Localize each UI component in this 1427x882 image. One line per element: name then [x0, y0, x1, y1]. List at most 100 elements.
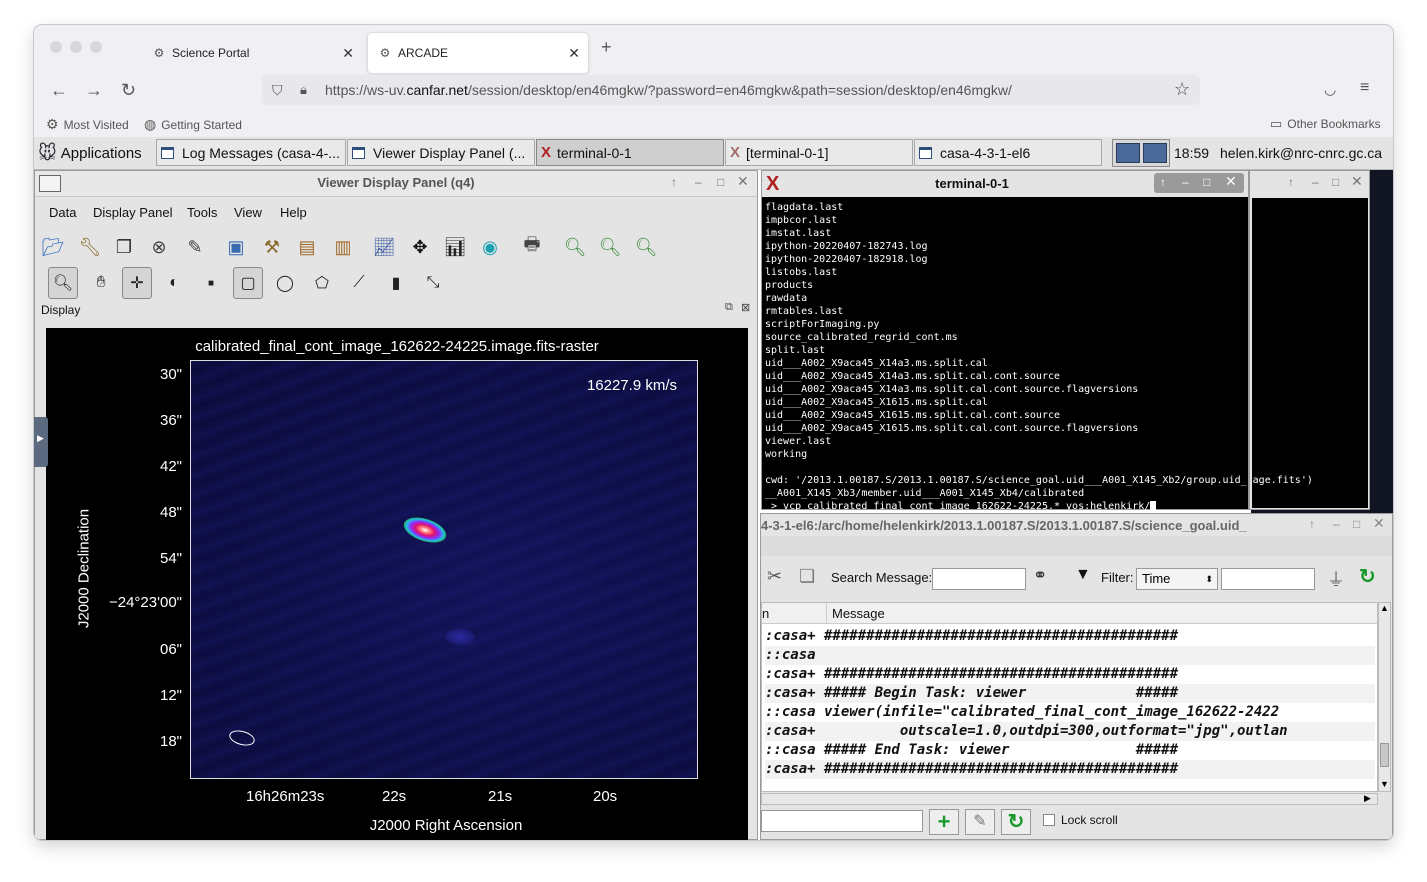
save-image-icon[interactable]: ▤: [294, 234, 320, 260]
url-bar[interactable]: ⛉ 🔒︎ https://ws-uv.canfar.net/session/de…: [262, 75, 1200, 105]
scroll-down-icon[interactable]: ▼: [1380, 779, 1389, 789]
zoom-in-icon[interactable]: 🔍︎: [562, 234, 588, 260]
task-viewer-display-panel[interactable]: Viewer Display Panel (...: [347, 139, 535, 166]
close-tab-icon[interactable]: ✕: [342, 45, 354, 62]
lock-scroll-checkbox[interactable]: [1043, 814, 1055, 826]
log-row[interactable]: :casa+ #################################…: [765, 760, 1375, 779]
ruler-icon[interactable]: ▮: [381, 267, 411, 299]
move-tool-icon[interactable]: ✛: [122, 267, 152, 299]
bookmark-other[interactable]: ▭ Other Bookmarks: [1270, 116, 1381, 132]
maximize-icon[interactable]: □: [717, 175, 724, 189]
log-titlebar[interactable]: 4-3-1-el6:/arc/home/helenkirk/2013.1.001…: [761, 514, 1392, 536]
workspace-switcher[interactable]: [1112, 139, 1170, 167]
workspace-1[interactable]: [1116, 143, 1140, 163]
add-button[interactable]: +: [929, 809, 959, 835]
close-icon[interactable]: ✕: [1373, 515, 1385, 532]
shade-icon[interactable]: ↑: [1309, 517, 1315, 531]
float-icon[interactable]: ⧉: [725, 301, 733, 314]
shade-icon[interactable]: ↑: [1288, 175, 1294, 189]
log-row[interactable]: ::casa viewer(infile="calibrated_final_c…: [765, 703, 1375, 722]
unload-icon[interactable]: ✎: [182, 234, 208, 260]
minimize-icon[interactable]: –: [1333, 517, 1340, 531]
log-row[interactable]: ::casa: [765, 646, 1375, 665]
task-casa[interactable]: casa-4-3-1-el6: [914, 139, 1102, 166]
workspace-2[interactable]: [1143, 143, 1167, 163]
edit-button[interactable]: ✎: [965, 809, 995, 835]
close-window-button[interactable]: [50, 41, 62, 53]
wrench-icon[interactable]: 🔧︎: [77, 234, 103, 260]
zoom-tool-icon[interactable]: 🔍︎: [48, 267, 78, 299]
shade-icon[interactable]: ↑: [1160, 175, 1166, 189]
zoom-out-icon[interactable]: 🔍︎: [597, 234, 623, 260]
menu-view[interactable]: View: [234, 205, 262, 220]
task-terminal[interactable]: Xterminal-0-1: [536, 139, 724, 166]
panel-options-icon[interactable]: ▣: [223, 234, 249, 260]
menu-display-panel[interactable]: Display Panel: [93, 205, 173, 220]
log-row[interactable]: :casa+ #################################…: [765, 627, 1375, 646]
terminal-body[interactable]: [1252, 198, 1368, 508]
scroll-thumb[interactable]: [1380, 743, 1389, 767]
close-icon[interactable]: ✕: [1225, 173, 1237, 190]
maximize-icon[interactable]: □: [1203, 175, 1210, 189]
maximize-icon[interactable]: □: [1332, 175, 1339, 189]
point-tool-icon[interactable]: ■: [196, 267, 226, 299]
log-row[interactable]: :casa+ #################################…: [765, 665, 1375, 684]
minimize-icon[interactable]: –: [1312, 175, 1319, 189]
maximize-icon[interactable]: □: [1353, 517, 1360, 531]
scroll-up-icon[interactable]: ▲: [1380, 603, 1389, 613]
terminal-output[interactable]: flagdata.last impbcor.last imstat.last ipyt…: [765, 201, 1313, 513]
close-icon[interactable]: ✕: [737, 173, 749, 190]
preferences-icon[interactable]: ⚒: [259, 234, 285, 260]
close-tab-icon[interactable]: ✕: [568, 45, 580, 62]
reload-icon[interactable]: ↻: [121, 80, 136, 101]
refresh-icon[interactable]: ↻: [1359, 564, 1376, 589]
fit-icon[interactable]: ✥: [407, 234, 433, 260]
search-input[interactable]: [932, 568, 1026, 590]
close-icon[interactable]: ✕: [1351, 173, 1363, 190]
applications-menu[interactable]: 🐭︎ Applications: [38, 140, 142, 167]
menu-help[interactable]: Help: [280, 205, 307, 220]
copy-icon[interactable]: ❏: [799, 566, 815, 587]
log-row[interactable]: ::casa ##### End Task: viewer #####: [765, 741, 1375, 760]
bookmark-star-icon[interactable]: ☆: [1174, 79, 1190, 100]
print-icon[interactable]: 🖶: [519, 234, 545, 260]
bookmark-getting-started[interactable]: ◍ Getting Started: [144, 116, 242, 133]
binoculars-icon[interactable]: ⚭: [1033, 566, 1047, 586]
col-origin-header[interactable]: n: [762, 606, 769, 621]
color-wheel-icon[interactable]: ◉: [477, 234, 503, 260]
scroll-right-icon[interactable]: ▶: [1364, 793, 1371, 804]
filter-input[interactable]: [1221, 568, 1315, 590]
pan-hand-icon[interactable]: ✋︎: [86, 267, 116, 299]
restore-image-icon[interactable]: ▥: [330, 234, 356, 260]
comment-input[interactable]: [761, 810, 923, 832]
filter-select[interactable]: Time ⬍: [1136, 568, 1218, 590]
filter-arrow-icon[interactable]: ▼: [1075, 566, 1091, 584]
open-folder-icon[interactable]: 📂︎: [40, 234, 66, 260]
polygon-region-icon[interactable]: ⬠: [307, 267, 337, 299]
minimize-icon[interactable]: –: [1182, 175, 1189, 189]
task-log-messages[interactable]: Log Messages (casa-4-...: [156, 139, 346, 166]
sidebar-handle[interactable]: ▶: [34, 417, 48, 467]
viewer-titlebar[interactable]: Viewer Display Panel (q4) ↑ – □ ✕: [35, 171, 757, 197]
pocket-icon[interactable]: ◡: [1324, 81, 1336, 98]
log-row[interactable]: :casa+ outscale=1.0,outdpi=300,outformat…: [765, 722, 1375, 741]
log-row[interactable]: :casa+ ##### Begin Task: viewer #####: [765, 684, 1375, 703]
bookmark-most-visited[interactable]: ⚙ Most Visited: [46, 116, 129, 133]
task-terminal-bracketed[interactable]: X [terminal-0-1]: [725, 139, 913, 166]
back-icon[interactable]: ←: [50, 80, 68, 101]
new-tab-button[interactable]: +: [601, 37, 612, 58]
rectangle-region-icon[interactable]: ▢: [233, 267, 263, 299]
close-data-icon[interactable]: ⊗: [146, 234, 172, 260]
minimize-icon[interactable]: –: [695, 175, 702, 189]
reload-button[interactable]: ↻: [1001, 809, 1031, 835]
position-velocity-icon[interactable]: ⤡: [418, 267, 448, 299]
zoom-reset-icon[interactable]: 🔍︎: [633, 234, 659, 260]
raster-image[interactable]: 16227.9 km/s: [190, 360, 698, 779]
col-message-header[interactable]: Message: [832, 606, 885, 621]
copy-icon[interactable]: ❐: [111, 234, 137, 260]
terminal-titlebar[interactable]: X terminal-0-1 ↑ – □ ✕: [762, 171, 1248, 197]
menu-icon[interactable]: ≡: [1360, 79, 1369, 97]
image-display[interactable]: calibrated_final_cont_image_162622-24225…: [46, 328, 748, 840]
histogram-icon[interactable]: 📊︎: [442, 234, 468, 260]
menu-tools[interactable]: Tools: [187, 205, 217, 220]
